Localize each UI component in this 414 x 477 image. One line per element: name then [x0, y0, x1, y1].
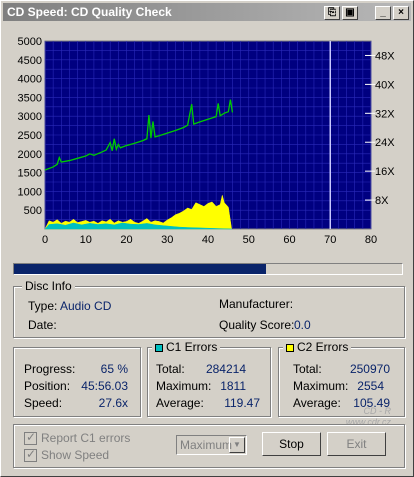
c2-total-value: 250970 [349, 362, 390, 376]
c1-total-label: Total: [156, 362, 185, 376]
c2-max-label: Maximum: [293, 379, 349, 393]
manufacturer-label: Manufacturer: [219, 297, 294, 311]
date-label: Date: [28, 318, 57, 332]
type-label: Type: [28, 299, 58, 313]
c2-errors-title: C2 Errors [283, 340, 352, 354]
y-left-tick-label: 3500 [18, 92, 42, 104]
c2-max-value: 2554 [357, 379, 384, 393]
checkbox-icon [24, 430, 37, 446]
y-left-tick-label: 1500 [18, 168, 42, 180]
c1-total-value: 284214 [205, 362, 246, 376]
report-c1-checkbox[interactable]: Report C1 errors [24, 430, 130, 446]
window-title: CD Speed: CD Quality Check [7, 5, 172, 19]
c1-avg-value: 119.47 [224, 396, 260, 410]
y-left-tick-label: 5000 [18, 36, 42, 48]
progress-bar-fill [14, 264, 267, 274]
y-right-tick-label: 8X [375, 195, 389, 207]
x-tick-label: 10 [80, 234, 92, 246]
quality-chart: 0 10 20 30 40 50 60 70 80 500 1000 1500 2000 2500 3000… [9, 29, 405, 257]
chart-svg: 0 10 20 30 40 50 60 70 80 500 1000 1500 2000 2500 3000… [18, 36, 396, 246]
c2-avg-label: Average: [293, 396, 341, 410]
exit-button[interactable]: Exit [327, 432, 386, 456]
title-bar: CD Speed: CD Quality Check ⎘ ▣ _ × [3, 3, 411, 21]
disc-info-title: Disc Info [22, 279, 75, 293]
checkbox-icon [24, 447, 37, 463]
c2-color-square-icon [286, 343, 294, 352]
position-value: 45:56.03 [81, 379, 128, 393]
y-left-tick-label: 2500 [18, 130, 42, 142]
y-right-tick-label: 24X [375, 137, 395, 149]
copy-icon[interactable]: ⎘ [324, 6, 340, 20]
x-tick-label: 70 [324, 234, 336, 246]
x-tick-label: 60 [283, 234, 295, 246]
c1-errors-title: C1 Errors [152, 340, 221, 354]
y-left-tick-label: 1000 [18, 186, 42, 198]
status-group: Progress: 65 % Position: 45:56.03 Speed:… [13, 347, 141, 417]
y-right-tick-label: 32X [375, 108, 395, 120]
progress-label: Progress: [24, 362, 76, 376]
speed-mode-select[interactable]: Maximum ▼ [176, 435, 247, 455]
y-left-tick-label: 4000 [18, 74, 42, 86]
c1-color-square-icon [155, 343, 163, 352]
c1-errors-group: C1 Errors Total: 284214 Maximum: 1811 Av… [147, 340, 271, 417]
y-left-tick-label: 2000 [18, 149, 42, 161]
y-left-tick-label: 3000 [18, 111, 42, 123]
y-left-tick-label: 4500 [18, 55, 42, 67]
x-tick-label: 50 [243, 234, 255, 246]
x-tick-label: 30 [161, 234, 173, 246]
type-value: Audio CD [60, 299, 112, 313]
close-button[interactable]: × [393, 6, 409, 20]
speed-label: Speed: [24, 396, 63, 410]
y-right-tick-label: 16X [375, 166, 395, 178]
y-right-tick-label: 48X [375, 50, 395, 62]
c1-max-value: 1811 [220, 379, 246, 393]
x-tick-label: 40 [202, 234, 214, 246]
progress-bar [13, 263, 403, 275]
save-icon[interactable]: ▣ [342, 6, 358, 20]
minimize-button[interactable]: _ [375, 6, 391, 20]
quality-score-label: Quality Score: [219, 318, 295, 332]
cd-quality-window: CD Speed: CD Quality Check ⎘ ▣ _ × 0 10 20… [0, 0, 414, 477]
progress-value: 65 % [100, 362, 128, 376]
show-speed-checkbox[interactable]: Show Speed [24, 447, 109, 463]
y-left-tick-label: 500 [24, 205, 42, 217]
controls-group: Report C1 errors Show Speed Maximum ▼ St… [13, 424, 405, 468]
c2-total-label: Total: [293, 362, 322, 376]
x-tick-label: 80 [365, 234, 377, 246]
x-tick-label: 0 [42, 234, 48, 246]
position-label: Position: [24, 379, 71, 393]
x-tick-label: 20 [120, 234, 132, 246]
quality-score-value: 0.0 [294, 318, 311, 332]
speed-value: 27.6x [98, 396, 128, 410]
c1-max-label: Maximum: [156, 379, 212, 393]
c1-avg-label: Average: [156, 396, 204, 410]
stop-button[interactable]: Stop [262, 432, 321, 456]
y-right-tick-label: 40X [375, 79, 395, 91]
chevron-down-icon: ▼ [229, 437, 245, 453]
disc-info-group: Disc Info Type: Audio CD Date: Manufactu… [13, 279, 405, 338]
